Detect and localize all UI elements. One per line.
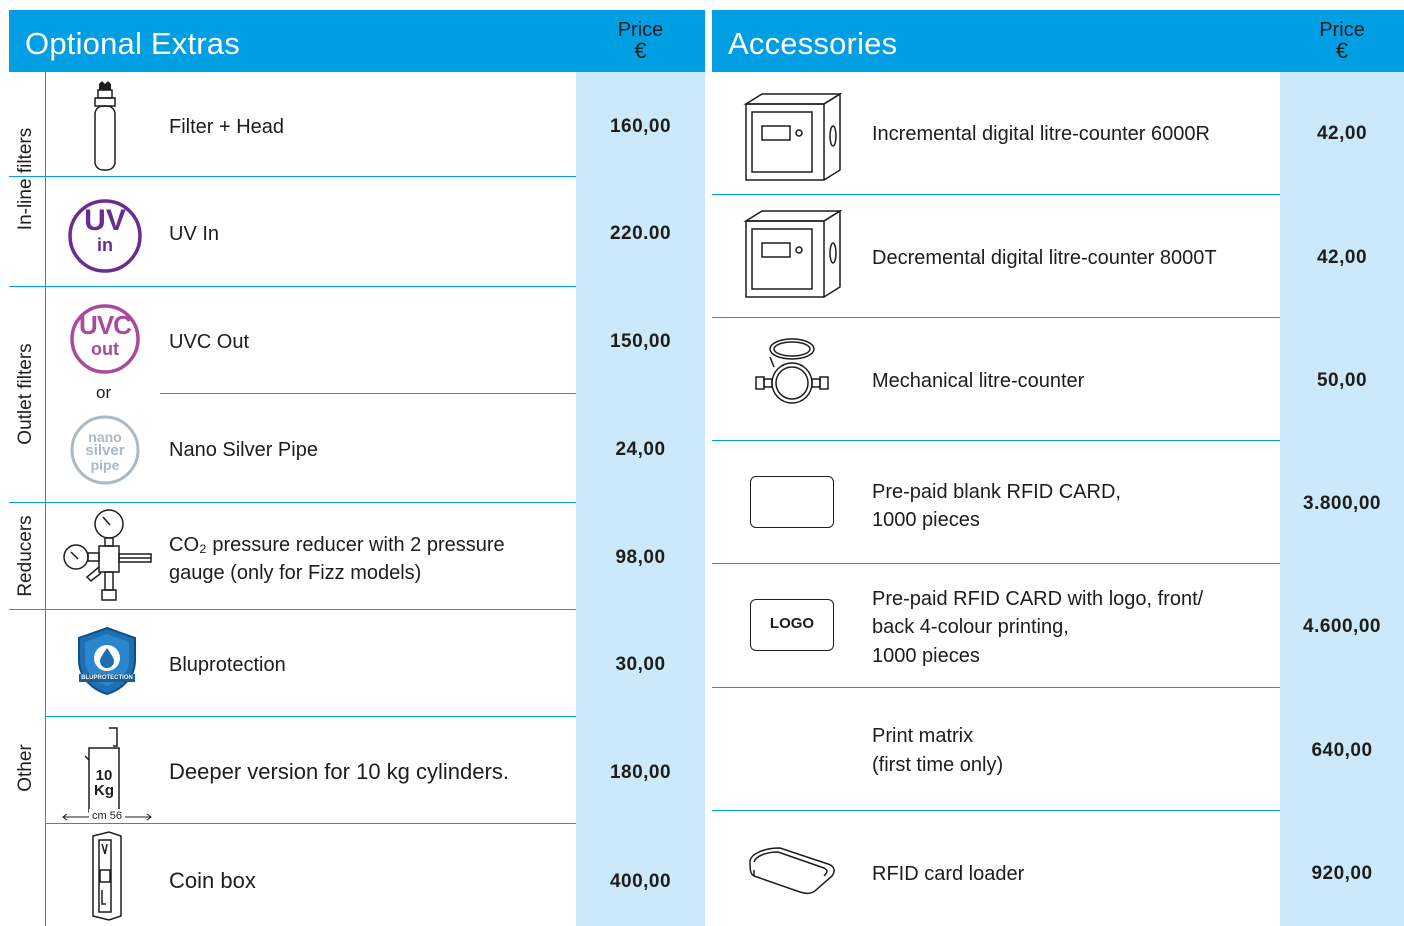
row-divider [45,823,576,824]
group-label-inline-filters: In-line filters [15,127,36,231]
item-price: 42,00 [1316,247,1368,268]
item-price: 180,00 [609,762,672,783]
logo-card-icon: LOGO [750,599,834,651]
item-name: UVC Out [169,331,250,353]
item-name-line2: 1000 pieces [872,509,980,531]
optional-extras-table: Optional Extras Price € In-line filters … [9,10,705,926]
blank-card-icon [750,476,834,528]
row-divider [45,716,576,717]
item-name: RFID card loader [872,863,1025,885]
item-name-line2: (first time only) [872,754,1004,776]
price-column [576,72,705,926]
row-divider [712,317,1280,318]
item-name: Filter + Head [169,116,285,138]
uv-in-icon: UV in [67,198,143,274]
coin-box-icon [87,830,127,922]
uvc-out-icon: UVC out [70,304,140,374]
row-divider [712,563,1280,564]
nano-silver-pipe-icon: nano silver pipe [70,415,140,485]
accessories-table: Accessories Price € Incremental digital … [712,10,1404,926]
item-price: 920,00 [1311,863,1373,884]
item-price: 150,00 [609,331,672,352]
item-name: CO₂ pressure reducer with 2 pressure [169,534,505,556]
filter-head-icon [85,80,125,176]
item-name-line2: back 4-colour printing, [872,616,1069,638]
item-price: 30,00 [615,654,666,675]
item-name: Incremental digital litre-counter 6000R [872,123,1210,145]
row-divider [9,176,576,177]
item-name: Coin box [169,868,256,893]
item-price: 24,00 [615,439,666,460]
item-name: Print matrix [872,725,974,747]
item-name: Deeper version for 10 kg cylinders. [169,759,509,784]
item-name-line2: gauge (only for Fizz models) [169,562,422,584]
group-divider-line [9,502,576,503]
group-label-other: Other [15,743,36,792]
card-loader-icon [746,842,838,898]
item-price: 98,00 [615,547,666,568]
item-price: 42,00 [1316,123,1368,144]
pressure-reducer-icon [61,507,157,605]
item-name-line3: 1000 pieces [872,645,980,667]
item-price: 3.800,00 [1303,493,1381,514]
group-divider-line [9,286,576,287]
item-price: 4.600,00 [1303,616,1381,637]
group-divider [45,72,46,926]
price-header: Price € [576,20,705,62]
item-price: 640,00 [1311,740,1373,761]
optional-extras-title: Optional Extras [25,26,240,61]
group-label-reducers: Reducers [15,514,36,597]
price-header: Price € [1280,20,1404,62]
accessories-title: Accessories [728,26,898,61]
digital-counter-icon [742,90,842,182]
or-label: or [96,383,112,402]
row-divider [712,687,1280,688]
group-label-outlet-filters: Outlet filters [15,343,36,445]
item-name: UV In [169,223,220,245]
digital-counter-icon [742,207,842,299]
item-price: 400,00 [609,871,672,892]
item-name: Mechanical litre-counter [872,370,1085,392]
row-divider [712,194,1280,195]
group-divider-line [9,609,576,610]
bluprotection-shield-icon: BLUPROTECTION [75,626,139,696]
cylinder-10kg-icon: 10 Kg cm 56 [59,724,155,823]
currency-symbol: € [634,38,647,63]
item-price: 220.00 [609,223,672,244]
currency-symbol: € [1335,38,1349,63]
item-name: Pre-paid RFID CARD with logo, front/ [872,588,1204,610]
row-divider [712,440,1280,441]
item-price: 160,00 [609,116,672,137]
row-divider [160,393,576,394]
item-name: Bluprotection [169,654,286,676]
item-name: Decremental digital litre-counter 8000T [872,247,1217,269]
item-price: 50,00 [1316,370,1368,391]
item-name: Pre-paid blank RFID CARD, [872,481,1121,503]
item-name: Nano Silver Pipe [169,439,318,461]
row-divider [712,810,1280,811]
mechanical-counter-icon [752,335,832,415]
